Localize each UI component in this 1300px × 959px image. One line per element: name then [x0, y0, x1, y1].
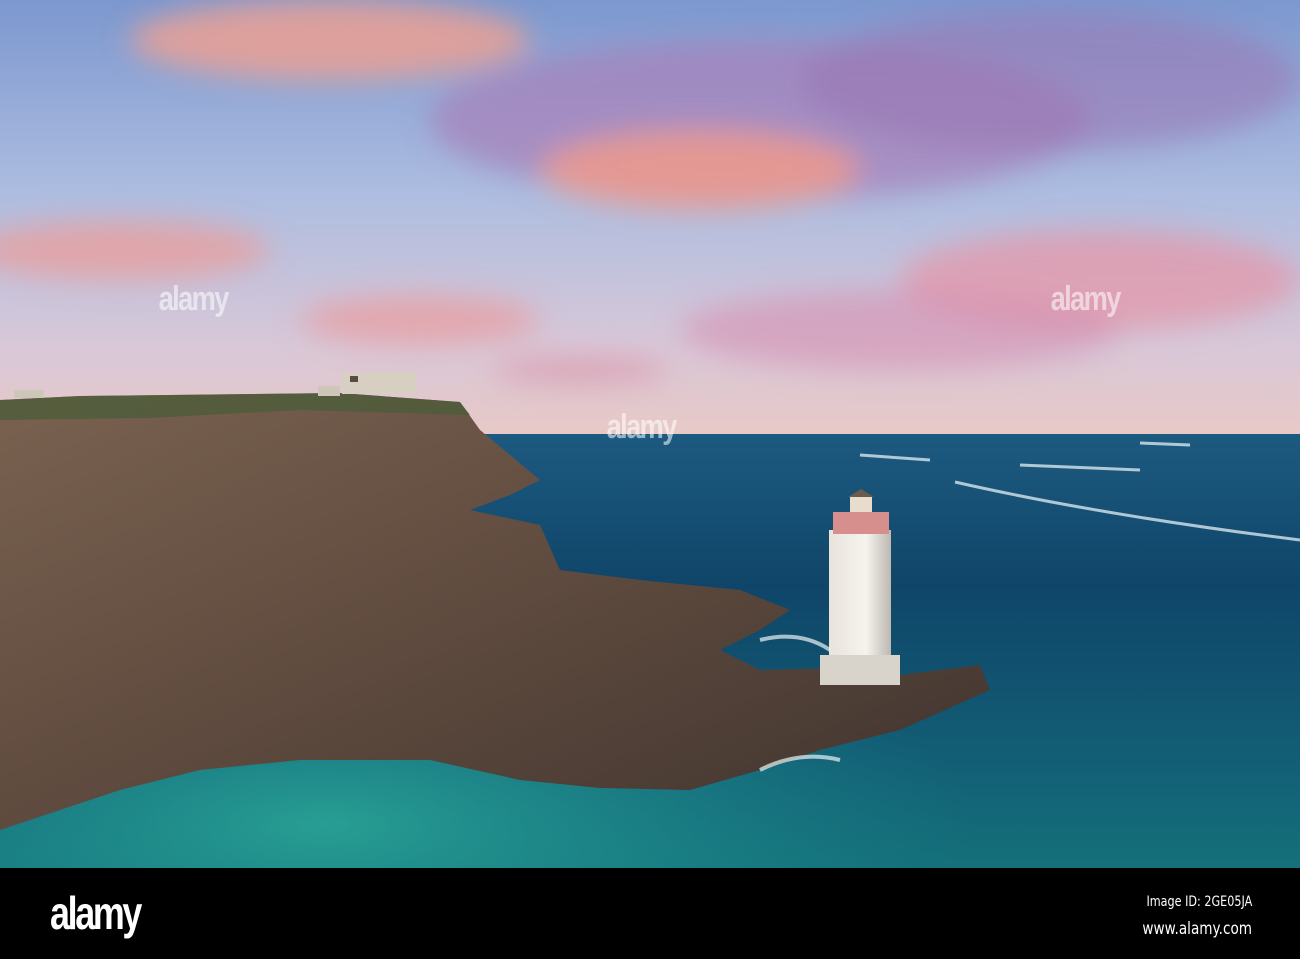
image-id: Image ID: 2GE05JA — [1146, 894, 1252, 910]
stock-photo-page: alamy alamy alamy alamy Image ID: 2GE05J… — [0, 0, 1300, 959]
alamy-logo[interactable]: alamy — [50, 886, 142, 940]
watermark: alamy — [158, 280, 230, 318]
watermark: alamy — [606, 408, 678, 446]
website-link[interactable]: www.alamy.com — [1142, 919, 1252, 939]
footer-bar: alamy Image ID: 2GE05JA www.alamy.com — [0, 868, 1300, 959]
watermark: alamy — [1050, 280, 1122, 318]
